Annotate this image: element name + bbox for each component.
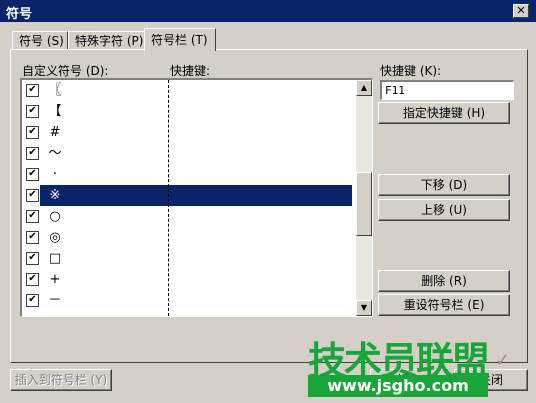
checkbox[interactable]: ✔ bbox=[26, 273, 39, 286]
list-item[interactable]: ✔ □ bbox=[22, 248, 352, 269]
symbol-list[interactable]: ✔ 〖 ✔ 【 ✔ # ✔ ～ ✔ · ✔ ※ ✔ ○ ✔ ◎ ✔ □ ✔ + … bbox=[20, 78, 373, 317]
delete-button[interactable]: 删除 (R) bbox=[378, 270, 510, 292]
checkbox[interactable]: ✔ bbox=[26, 210, 39, 223]
checkbox[interactable]: ✔ bbox=[26, 105, 39, 118]
shortcut-label: 快捷键 (K): bbox=[380, 64, 442, 78]
scroll-up-icon[interactable]: ▲ bbox=[356, 80, 372, 96]
checkbox[interactable]: ✔ bbox=[26, 168, 39, 181]
shortcut-column-header: 快捷键: bbox=[170, 64, 211, 78]
list-item[interactable]: ✔ ◎ bbox=[22, 227, 352, 248]
tab-special-characters[interactable]: 特殊字符 (P) bbox=[68, 31, 148, 51]
checkbox[interactable]: ✔ bbox=[26, 84, 39, 97]
checkbox[interactable]: ✔ bbox=[26, 189, 39, 202]
vertical-scrollbar[interactable]: ▲ ▼ bbox=[356, 80, 372, 316]
insert-to-symbol-bar-button[interactable]: 插入到符号栏 (Y) bbox=[10, 369, 112, 391]
list-item-selected[interactable]: ✔ ※ bbox=[22, 185, 352, 206]
list-item[interactable]: ✔ # bbox=[22, 122, 352, 143]
list-item[interactable]: ✔ · bbox=[22, 164, 352, 185]
symbol-glyph: ※ bbox=[49, 188, 61, 203]
symbol-glyph: 〖 bbox=[48, 83, 62, 98]
reset-symbol-bar-button[interactable]: 重设符号栏 (E) bbox=[378, 294, 510, 316]
symbol-glyph: 【 bbox=[48, 104, 62, 119]
selection-highlight bbox=[40, 185, 352, 206]
symbol-glyph: · bbox=[52, 167, 58, 182]
custom-symbols-header: 自定义符号 (D): bbox=[22, 64, 109, 78]
list-item[interactable]: ✔ ～ bbox=[22, 143, 352, 164]
symbol-glyph: ◎ bbox=[49, 230, 61, 245]
scroll-down-icon[interactable]: ▼ bbox=[356, 300, 372, 316]
list-item[interactable]: ✔ － bbox=[22, 290, 352, 311]
checkbox[interactable]: ✔ bbox=[26, 231, 39, 244]
assign-shortcut-button[interactable]: 指定快捷键 (H) bbox=[378, 102, 510, 124]
tab-symbols[interactable]: 符号 (S) bbox=[12, 31, 68, 51]
symbol-glyph: + bbox=[49, 272, 61, 287]
watermark-url: www.jsgho.com bbox=[308, 375, 488, 397]
title-bar: 符号 ✕ bbox=[0, 0, 536, 22]
symbol-glyph: ～ bbox=[48, 146, 62, 161]
symbol-glyph: □ bbox=[48, 251, 62, 266]
list-item[interactable]: ✔ ○ bbox=[22, 206, 352, 227]
checkbox[interactable]: ✔ bbox=[26, 252, 39, 265]
column-divider bbox=[168, 80, 169, 316]
symbol-glyph: # bbox=[49, 125, 61, 140]
move-down-button[interactable]: 下移 (D) bbox=[378, 174, 510, 196]
checkbox[interactable]: ✔ bbox=[26, 147, 39, 160]
shortcut-input[interactable]: F11 bbox=[380, 80, 514, 100]
watermark-logo-icon: ✓ bbox=[495, 350, 511, 371]
list-item[interactable]: ✔ 【 bbox=[22, 101, 352, 122]
checkbox[interactable]: ✔ bbox=[26, 294, 39, 307]
move-up-button[interactable]: 上移 (U) bbox=[378, 199, 510, 221]
list-item[interactable]: ✔ + bbox=[22, 269, 352, 290]
list-item[interactable]: ✔ 〖 bbox=[22, 80, 352, 101]
scrollbar-thumb[interactable] bbox=[356, 172, 372, 236]
checkbox[interactable]: ✔ bbox=[26, 126, 39, 139]
symbol-glyph: － bbox=[48, 293, 62, 308]
tab-symbol-bar[interactable]: 符号栏 (T) bbox=[144, 28, 216, 51]
symbol-glyph: ○ bbox=[49, 209, 61, 224]
window-title: 符号 bbox=[6, 7, 33, 22]
close-window-button[interactable]: ✕ bbox=[513, 4, 529, 18]
